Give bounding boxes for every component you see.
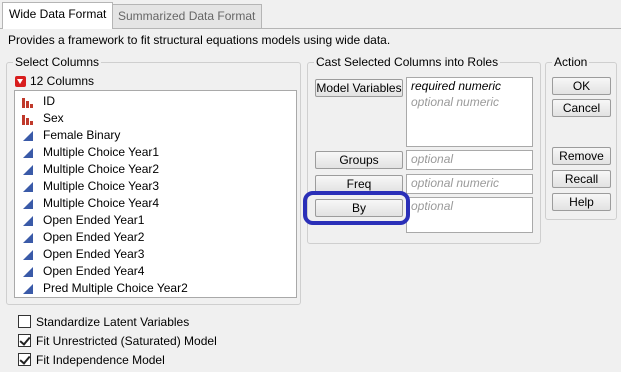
- continuous-triangle-icon: [23, 182, 33, 192]
- tab-bar: Wide Data Format Summarized Data Format: [0, 0, 621, 29]
- column-list-item[interactable]: Open Ended Year2: [15, 229, 296, 246]
- continuous-triangle-icon: [23, 284, 33, 294]
- column-list-item-label: Multiple Choice Year1: [43, 145, 160, 159]
- by-placeholder: optional: [411, 199, 454, 213]
- column-list-item[interactable]: Sex: [15, 110, 296, 127]
- tab-wide-data-format[interactable]: Wide Data Format: [2, 2, 114, 29]
- continuous-triangle-icon: [23, 131, 33, 141]
- ok-button[interactable]: OK: [552, 77, 611, 95]
- cast-roles-title: Cast Selected Columns into Roles: [314, 54, 501, 70]
- column-list-item[interactable]: Open Ended Year1: [15, 212, 296, 229]
- continuous-triangle-icon: [23, 267, 33, 277]
- column-list-item-label: ID: [43, 94, 55, 108]
- model-variables-role-box[interactable]: required numeric optional numeric: [406, 77, 533, 147]
- column-list-item-label: Open Ended Year1: [43, 213, 145, 227]
- column-list-item[interactable]: Open Ended Year3: [15, 246, 296, 263]
- column-list-item-label: Multiple Choice Year3: [43, 179, 160, 193]
- groups-role-box[interactable]: optional: [406, 150, 533, 170]
- column-list-item-label: Sex: [43, 111, 64, 125]
- remove-button[interactable]: Remove: [552, 147, 611, 165]
- columns-menu-dropdown-icon[interactable]: [15, 76, 26, 87]
- select-columns-title: Select Columns: [13, 54, 102, 70]
- column-list-item-label: Open Ended Year3: [43, 247, 145, 261]
- help-button[interactable]: Help: [552, 193, 611, 211]
- standardize-latent-variables-label: Standardize Latent Variables: [36, 315, 190, 329]
- recall-button[interactable]: Recall: [552, 170, 611, 188]
- continuous-triangle-icon: [23, 148, 33, 158]
- action-title: Action: [552, 54, 590, 70]
- fit-unrestricted-model-label: Fit Unrestricted (Saturated) Model: [36, 334, 217, 348]
- column-list-item[interactable]: Multiple Choice Year4: [15, 195, 296, 212]
- fit-independence-model-checkbox[interactable]: [18, 353, 31, 366]
- column-list-item[interactable]: Multiple Choice Year3: [15, 178, 296, 195]
- column-list-item[interactable]: Multiple Choice Year2: [15, 161, 296, 178]
- nominal-bar-icon: [22, 115, 33, 125]
- groups-placeholder: optional: [411, 152, 454, 166]
- column-count-label: 12 Columns: [30, 74, 95, 88]
- column-list-item[interactable]: Pred Multiple Choice Year2: [15, 280, 296, 297]
- column-list-item-label: Multiple Choice Year2: [43, 162, 160, 176]
- column-list-item-label: Multiple Choice Year4: [43, 196, 160, 210]
- fit-unrestricted-model-checkbox[interactable]: [18, 334, 31, 347]
- column-list-item-label: Female Binary: [43, 128, 121, 142]
- model-variables-optional-hint: optional numeric: [411, 95, 500, 109]
- column-list-item[interactable]: Female Binary: [15, 127, 296, 144]
- model-variables-button[interactable]: Model Variables: [315, 79, 403, 97]
- by-role-box[interactable]: optional: [406, 197, 533, 233]
- continuous-triangle-icon: [23, 165, 33, 175]
- continuous-triangle-icon: [23, 233, 33, 243]
- column-list-item[interactable]: Multiple Choice Year1: [15, 144, 296, 161]
- continuous-triangle-icon: [23, 216, 33, 226]
- column-list-item-label: Pred Multiple Choice Year2: [43, 281, 188, 295]
- column-list-item[interactable]: ID: [15, 93, 296, 110]
- platform-description: Provides a framework to fit structural e…: [8, 33, 391, 47]
- model-variables-required-hint: required numeric: [411, 79, 502, 93]
- fit-independence-model-label: Fit Independence Model: [36, 353, 165, 367]
- standardize-latent-variables-checkbox[interactable]: [18, 315, 31, 328]
- freq-placeholder: optional numeric: [411, 176, 500, 190]
- continuous-triangle-icon: [23, 250, 33, 260]
- column-list-item-label: Open Ended Year4: [43, 264, 145, 278]
- tab-summarized-data-format[interactable]: Summarized Data Format: [111, 4, 263, 28]
- column-list-item-label: Open Ended Year2: [43, 230, 145, 244]
- column-list[interactable]: ID Sex Female Binary Multiple Choice Year1 M…: [14, 90, 297, 298]
- cancel-button[interactable]: Cancel: [552, 99, 611, 117]
- freq-role-box[interactable]: optional numeric: [406, 174, 533, 194]
- nominal-bar-icon: [22, 98, 33, 108]
- groups-button[interactable]: Groups: [315, 151, 403, 169]
- by-button-highlight: [303, 191, 410, 225]
- column-list-item[interactable]: Open Ended Year4: [15, 263, 296, 280]
- continuous-triangle-icon: [23, 199, 33, 209]
